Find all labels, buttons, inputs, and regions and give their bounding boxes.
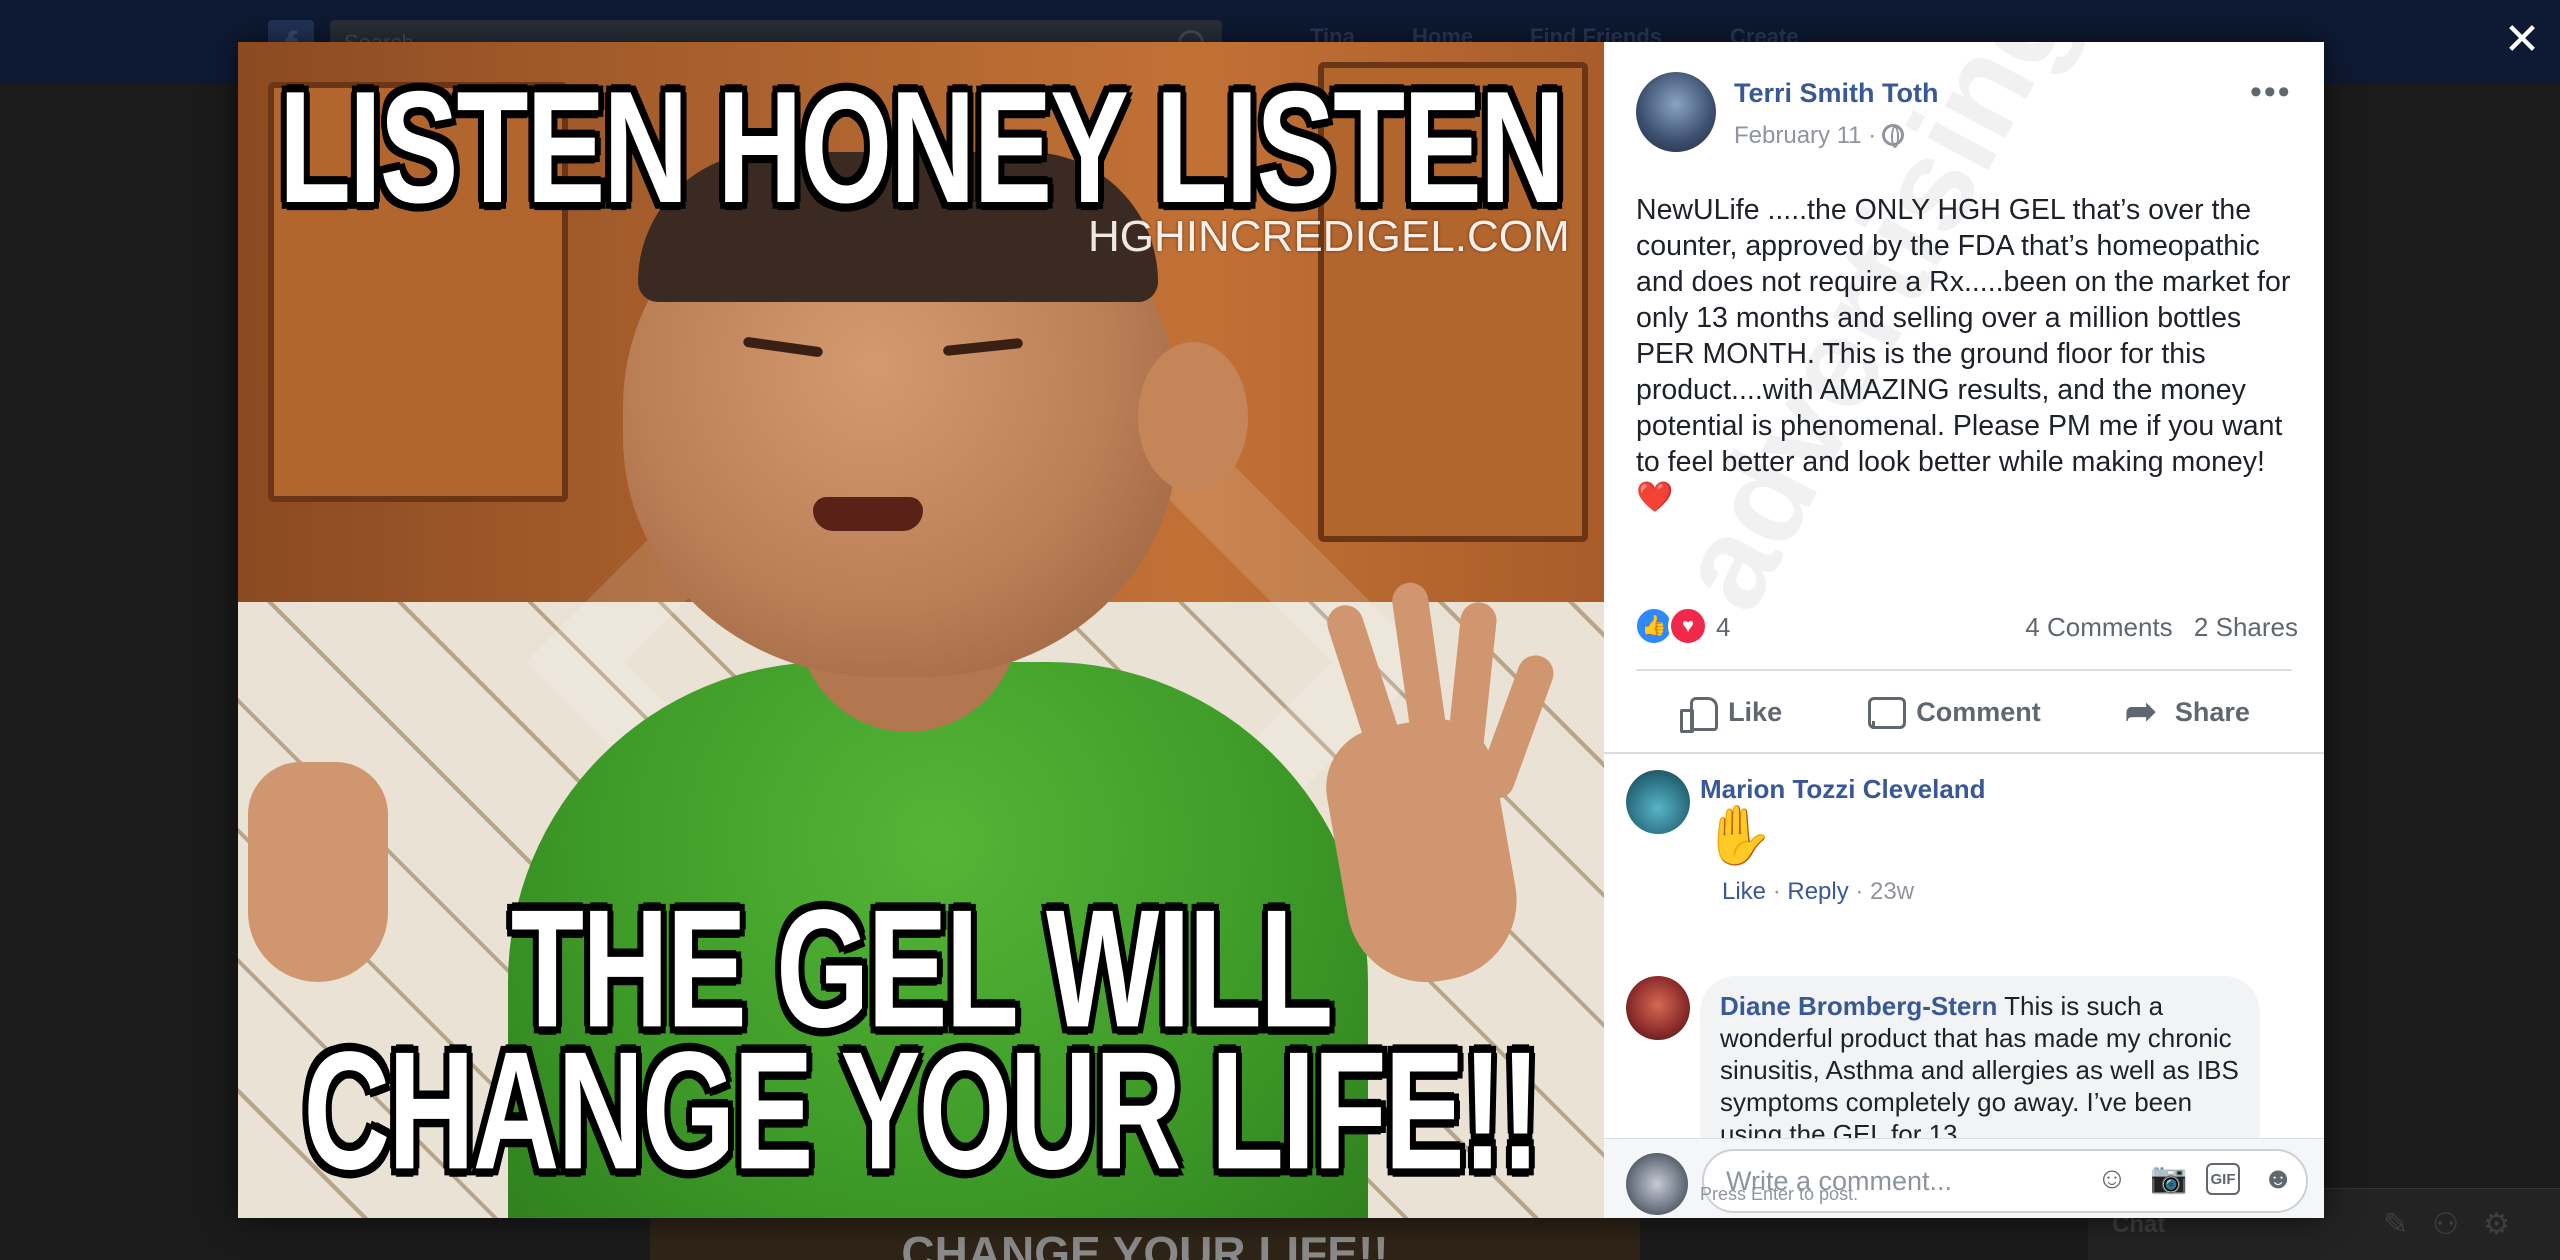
gif-icon[interactable]: GIF: [2206, 1163, 2240, 1195]
post-body-text: NewULife .....the ONLY HGH GEL that’s ov…: [1636, 194, 2291, 478]
reaction-count[interactable]: 4: [1716, 612, 1730, 643]
photo-lightbox: LISTEN HONEY LISTEN HGHINCREDIGEL.COM TH…: [238, 42, 2324, 1218]
post-body: NewULife .....the ONLY HGH GEL that’s ov…: [1636, 192, 2296, 516]
shares-count-link[interactable]: 2 Shares: [2194, 612, 2298, 642]
emoji-icon[interactable]: ☺: [2094, 1161, 2130, 1197]
commenter-avatar[interactable]: [1626, 770, 1690, 834]
engagement-counts: 4 Comments 2 Shares: [2011, 612, 2298, 643]
comment-bubble: Diane Bromberg-Stern This is such a wond…: [1700, 976, 2260, 1138]
meme-bottom-text-line2: CHANGE YOUR LIFE!!: [303, 1017, 1540, 1205]
sticker-icon[interactable]: ☻: [2260, 1161, 2296, 1197]
comment-button-label: Comment: [1916, 696, 2041, 727]
comment-age[interactable]: 23w: [1870, 878, 1914, 905]
love-reaction-icon: ♥: [1668, 606, 1708, 646]
commenter-avatar[interactable]: [1626, 976, 1690, 1040]
press-enter-hint: Press Enter to post.: [1700, 1184, 1859, 1204]
background-meme-text: CHANGE YOUR LIFE!!: [901, 1227, 1389, 1260]
post-side-panel: advertising Terri Smith Toth February 11…: [1604, 42, 2324, 1218]
raised-hand-emoji: ✋: [1702, 803, 1775, 868]
close-icon[interactable]: ✕: [2500, 18, 2544, 62]
share-arrow-icon: [2125, 689, 2163, 734]
comments-count-link[interactable]: 4 Comments: [2025, 612, 2172, 642]
share-button[interactable]: Share: [2125, 689, 2250, 734]
post-author-name[interactable]: Terri Smith Toth: [1734, 78, 1939, 109]
post-photo[interactable]: LISTEN HONEY LISTEN HGHINCREDIGEL.COM TH…: [238, 42, 1604, 1218]
like-button-label: Like: [1728, 696, 1783, 727]
comments-list[interactable]: Marion Tozzi Cleveland ✋ Like · Reply · …: [1604, 754, 2324, 1138]
photo-ear: [1138, 342, 1248, 492]
thumbs-up-icon: [1678, 695, 1719, 733]
comment-like-link[interactable]: Like: [1722, 878, 1766, 905]
more-options-icon[interactable]: •••: [2250, 75, 2300, 112]
commenter-name[interactable]: Diane Bromberg-Stern: [1720, 991, 1997, 1021]
photo-mouth: [813, 497, 923, 531]
like-button[interactable]: Like: [1678, 695, 1783, 733]
commenter-name[interactable]: Marion Tozzi Cleveland: [1700, 774, 1986, 805]
comment-button[interactable]: Comment: [1866, 695, 2041, 729]
author-avatar[interactable]: [1636, 72, 1716, 152]
post-timestamp[interactable]: February 11 ·: [1734, 122, 1905, 150]
background-post-image: CHANGE YOUR LIFE!!: [650, 1218, 1640, 1260]
comment-meta: Like · Reply · 23w: [1722, 878, 1915, 905]
composer-icons: ☺ 📷 GIF ☻: [2094, 1161, 2296, 1201]
comment-reply-link[interactable]: Reply: [1787, 878, 1848, 905]
share-button-label: Share: [2174, 696, 2250, 727]
post-action-bar: Like Comment Share: [1636, 682, 2292, 742]
heart-emoji-icon: ❤️: [1636, 481, 1674, 514]
actions-divider: [1636, 669, 2292, 671]
camera-icon[interactable]: 📷: [2150, 1161, 2187, 1197]
meme-site-text: HGHINCREDIGEL.COM: [1088, 212, 1570, 261]
current-user-avatar: [1626, 1153, 1688, 1215]
globe-icon: [1882, 124, 1905, 148]
comment-composer: ☺ 📷 GIF ☻: [1604, 1138, 2324, 1218]
chat-tool-icons: ✎⚇⚙: [2383, 1208, 2534, 1241]
post-date-text[interactable]: February 11 ·: [1734, 122, 1876, 149]
comment-bubble-icon: [1866, 695, 1907, 729]
